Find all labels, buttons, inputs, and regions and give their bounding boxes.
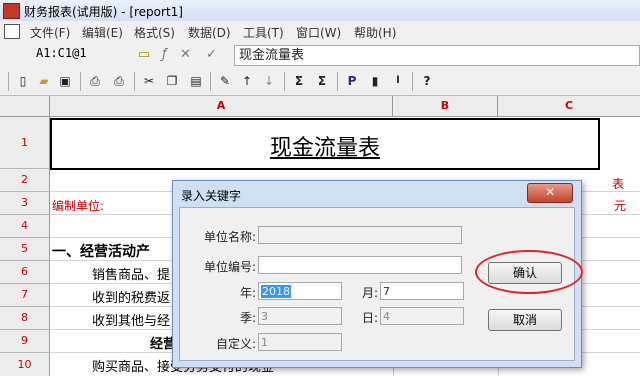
- cut-icon[interactable]: ✂: [140, 72, 158, 90]
- row-header[interactable]: 1: [0, 117, 50, 169]
- quarter-field[interactable]: 3: [258, 307, 342, 325]
- month-field[interactable]: 7: [380, 282, 464, 300]
- row-header[interactable]: 8: [0, 307, 50, 330]
- compile-unit-label: 编制单位:: [52, 199, 105, 213]
- copy-icon[interactable]: ❐: [163, 72, 181, 90]
- cell-a6: 销售商品、提: [92, 268, 171, 283]
- window-title: 财务报表(试用版) - [report1]: [24, 5, 183, 19]
- row-header[interactable]: 9: [0, 330, 50, 353]
- p-icon[interactable]: P: [343, 72, 361, 90]
- close-icon[interactable]: ✕: [527, 183, 573, 203]
- menu-tools[interactable]: 工具(T): [243, 24, 284, 41]
- menu-data[interactable]: 数据(D): [188, 24, 231, 41]
- log-icon[interactable]: l: [389, 72, 407, 90]
- column-header-b[interactable]: B: [393, 96, 498, 117]
- corner-cell[interactable]: [0, 96, 50, 117]
- column-header-a[interactable]: A: [50, 96, 393, 117]
- year-field[interactable]: 2018: [258, 282, 342, 300]
- toolbar-separator: [134, 72, 135, 91]
- day-label: 日:: [361, 311, 378, 325]
- menu-help[interactable]: 帮助(H): [354, 24, 396, 41]
- cell-a8: 收到其他与经: [92, 314, 171, 329]
- accept-icon[interactable]: ✓: [206, 47, 217, 62]
- format-painter-icon[interactable]: ✎: [216, 72, 234, 90]
- toolbar: ▯ ▰ ▣ ⎙ ⎙ ✂ ❐ ▤ ✎ ↑ ↓ Σ Σ P ▮ l ?: [0, 68, 640, 96]
- currency-unit: 元: [614, 199, 627, 213]
- row-header[interactable]: 7: [0, 284, 50, 307]
- unit-code-field[interactable]: [258, 256, 462, 274]
- menu-edit[interactable]: 编辑(E): [82, 24, 123, 41]
- open-icon[interactable]: ▰: [35, 72, 53, 90]
- month-label: 月:: [361, 286, 378, 300]
- row-header[interactable]: 4: [0, 215, 50, 238]
- report-title: 现金流量表: [269, 136, 380, 161]
- menu-window[interactable]: 窗口(W): [296, 24, 341, 41]
- toolbar-separator: [210, 72, 211, 91]
- row-header[interactable]: 5: [0, 238, 50, 261]
- day-field[interactable]: 4: [380, 307, 464, 325]
- unit-name-label: 单位名称:: [203, 230, 256, 244]
- sum-icon[interactable]: Σ: [290, 72, 308, 90]
- fx-icon[interactable]: ƒ: [162, 47, 167, 62]
- toolbar-separator: [412, 72, 413, 91]
- row-header[interactable]: 10: [0, 353, 50, 376]
- formula-edit-icon[interactable]: ▭: [138, 47, 150, 62]
- app-icon: [3, 3, 20, 19]
- confirm-highlight-annotation: [475, 250, 583, 294]
- section-operating: 一、经营活动产: [52, 244, 150, 260]
- save-icon[interactable]: ▣: [56, 72, 74, 90]
- cell-a7: 收到的税费返: [92, 291, 171, 306]
- title-cell[interactable]: 现金流量表: [50, 118, 600, 170]
- cancel-icon[interactable]: ✕: [180, 47, 191, 62]
- custom-field[interactable]: 1: [258, 333, 342, 351]
- unit-name-field[interactable]: [258, 226, 462, 244]
- print-icon[interactable]: ⎙: [110, 72, 128, 90]
- unit-code-label: 单位编号:: [203, 260, 256, 274]
- sort-desc-icon[interactable]: ↓: [260, 72, 278, 90]
- custom-label: 自定义:: [215, 337, 256, 351]
- new-icon[interactable]: ▯: [14, 72, 32, 90]
- year-label: 年:: [239, 286, 256, 300]
- sort-asc-icon[interactable]: ↑: [238, 72, 256, 90]
- dialog-title: 录入关键字: [181, 189, 242, 203]
- paste-icon[interactable]: ▤: [187, 72, 205, 90]
- help-icon[interactable]: ?: [418, 72, 436, 90]
- row-header[interactable]: 3: [0, 192, 50, 215]
- toolbar-separator: [8, 72, 9, 91]
- bookmark-icon[interactable]: ▮: [366, 72, 384, 90]
- cancel-button[interactable]: 取消: [488, 309, 562, 331]
- document-menu-icon[interactable]: [4, 24, 20, 39]
- row-header[interactable]: 6: [0, 261, 50, 284]
- menu-format[interactable]: 格式(S): [134, 24, 175, 41]
- year-value: 2018: [261, 285, 291, 298]
- toolbar-separator: [80, 72, 81, 91]
- toolbar-separator: [284, 72, 285, 91]
- cell-reference[interactable]: A1:C1@1: [36, 46, 128, 63]
- row-header[interactable]: 2: [0, 169, 50, 192]
- menu-bar: 文件(F) 编辑(E) 格式(S) 数据(D) 工具(T) 窗口(W) 帮助(H…: [0, 21, 640, 43]
- preview-icon[interactable]: ⎙: [86, 72, 104, 90]
- sum-range-icon[interactable]: Σ: [313, 72, 331, 90]
- column-header-c[interactable]: C: [498, 96, 640, 117]
- quarter-label: 季:: [239, 311, 256, 325]
- menu-file[interactable]: 文件(F): [30, 24, 70, 41]
- title-bar: 财务报表(试用版) - [report1]: [0, 0, 640, 22]
- formula-bar: A1:C1@1 ▭ ƒ ✕ ✓ 现金流量表: [0, 42, 640, 69]
- toolbar-separator: [337, 72, 338, 91]
- unit-note: 表: [612, 177, 625, 191]
- formula-input[interactable]: 现金流量表: [234, 45, 640, 66]
